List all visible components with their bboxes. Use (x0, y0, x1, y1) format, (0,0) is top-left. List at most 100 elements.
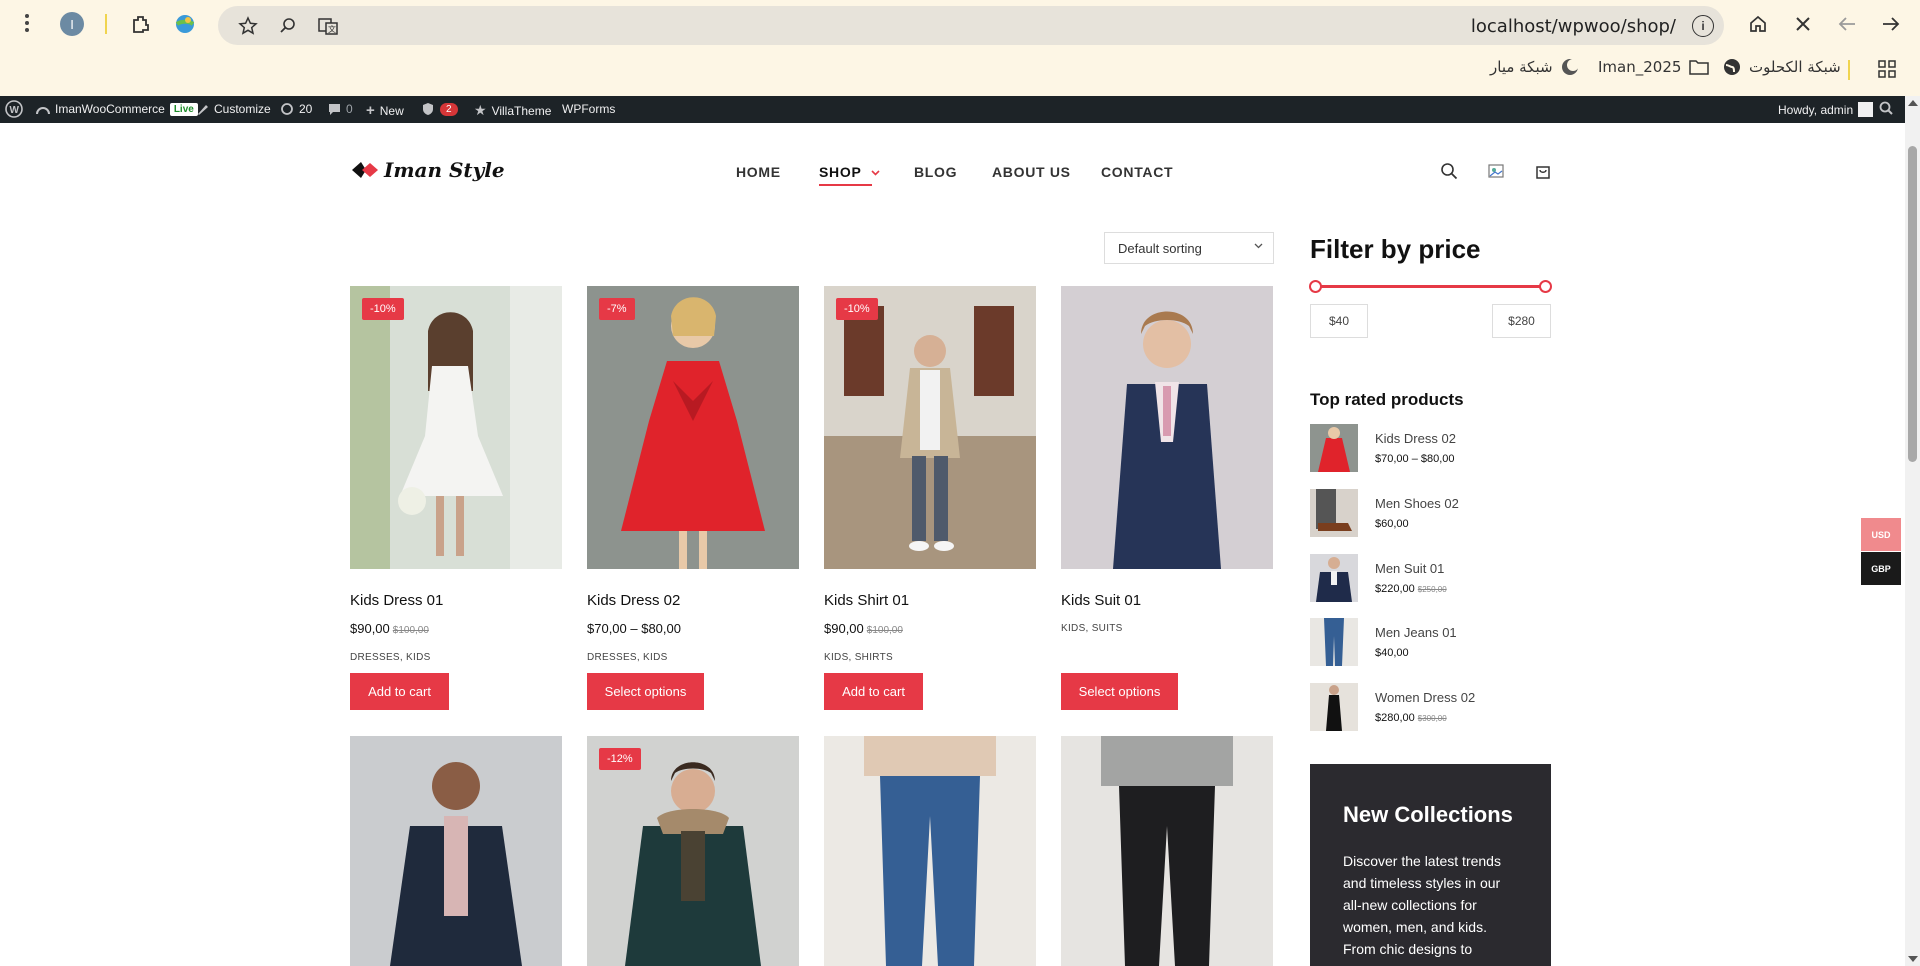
admin-villatheme[interactable]: ★ VillaTheme (474, 102, 551, 119)
apps-grid-icon[interactable] (1876, 58, 1898, 80)
bookmark-iman2025[interactable]: Iman_2025 (1598, 58, 1710, 76)
product-title[interactable]: Kids Shirt 01 (824, 592, 909, 609)
price-slider-max-handle[interactable] (1539, 280, 1552, 293)
product-photo-boy-shirt (824, 286, 1036, 569)
extensions-icon[interactable] (128, 11, 154, 37)
top-rated-name[interactable]: Women Dress 02 (1375, 690, 1475, 705)
product-categories[interactable]: KIDS, SUITS (1061, 623, 1123, 634)
admin-comments[interactable]: 0 (328, 102, 353, 116)
browser-chrome: I 文 localhost/wpwoo/shop/ i شبكة الكحلوت (0, 0, 1920, 96)
sorting-select[interactable]: Default sorting (1104, 232, 1274, 264)
admin-search-icon[interactable] (1879, 101, 1893, 115)
dashboard-icon (36, 107, 50, 115)
nav-about[interactable]: ABOUT US (992, 164, 1071, 180)
url-text[interactable]: localhost/wpwoo/shop/ (1471, 16, 1676, 37)
top-rated-thumb[interactable] (1310, 618, 1358, 666)
price-slider-min-handle[interactable] (1309, 280, 1322, 293)
product-title[interactable]: Kids Suit 01 (1061, 592, 1141, 609)
scrollbar-thumb[interactable] (1908, 146, 1917, 462)
account-image-icon[interactable] (1487, 162, 1505, 185)
cart-bag-icon[interactable] (1534, 162, 1552, 185)
add-to-cart-button[interactable]: Add to cart (824, 673, 923, 710)
price-slider-track[interactable] (1315, 285, 1546, 288)
site-info-icon[interactable]: i (1692, 15, 1714, 37)
product-categories[interactable]: KIDS, SHIRTS (824, 652, 893, 663)
folder-icon (1689, 60, 1710, 75)
bookmark-kahlout[interactable]: شبكة الكحلوت (1723, 58, 1841, 76)
product-price: $90,00 $100,00 (824, 621, 903, 636)
bookmark-star-icon[interactable] (236, 14, 260, 38)
zoom-search-icon[interactable] (276, 14, 300, 38)
bookmark-mayar[interactable]: شبكة ميار (1490, 58, 1579, 76)
svg-text:文: 文 (328, 24, 336, 34)
top-rated-price: $60,00 (1375, 518, 1409, 530)
admin-customize[interactable]: Customize (196, 102, 271, 116)
globe-icon (1724, 59, 1740, 75)
product-image-men-black-jeans[interactable] (1061, 736, 1273, 966)
globe-extension-icon[interactable] (172, 11, 198, 37)
product-image-men-parka[interactable]: -12% (587, 736, 799, 966)
close-icon[interactable] (1790, 11, 1816, 37)
product-photo-man-parka (587, 736, 799, 966)
select-options-button[interactable]: Select options (1061, 673, 1178, 710)
back-arrow-icon[interactable] (1834, 11, 1860, 37)
product-categories[interactable]: DRESSES, KIDS (587, 652, 668, 663)
top-rated-thumb[interactable] (1310, 424, 1358, 472)
admin-avatar (1858, 102, 1874, 117)
promo-title: New Collections (1343, 802, 1513, 827)
wordpress-logo-icon[interactable]: W (5, 100, 23, 118)
admin-howdy[interactable]: Howdy, admin (1778, 102, 1874, 117)
top-rated-thumb[interactable] (1310, 489, 1358, 537)
admin-site-name[interactable]: ImanWooCommerce Live (36, 102, 198, 116)
top-rated-name[interactable]: Men Jeans 01 (1375, 625, 1457, 640)
shield-plugin-icon (423, 103, 433, 115)
top-rated-thumb[interactable] (1310, 554, 1358, 602)
min-price-box[interactable]: $40 (1310, 304, 1368, 338)
nav-home[interactable]: HOME (736, 164, 781, 180)
product-title[interactable]: Kids Dress 01 (350, 592, 443, 609)
admin-updates[interactable]: 20 (280, 102, 312, 116)
refresh-icon (281, 103, 293, 115)
scroll-up-arrow-icon[interactable] (1908, 100, 1918, 106)
plus-icon: + (366, 102, 375, 119)
select-options-button[interactable]: Select options (587, 673, 704, 710)
top-rated-name[interactable]: Kids Dress 02 (1375, 431, 1456, 446)
admin-new[interactable]: + New (366, 102, 404, 119)
product-image-kids-dress-02[interactable]: -7% (587, 286, 799, 569)
product-image-kids-dress-01[interactable]: -10% (350, 286, 562, 569)
nav-contact[interactable]: CONTACT (1101, 164, 1173, 180)
product-categories[interactable]: DRESSES, KIDS (350, 652, 431, 663)
filter-by-price-title: Filter by price (1310, 234, 1481, 264)
product-image-men-coat[interactable] (350, 736, 562, 966)
product-image-kids-suit-01[interactable] (1061, 286, 1273, 569)
nav-shop[interactable]: SHOP (819, 164, 880, 180)
translate-icon[interactable]: 文 (316, 14, 340, 38)
add-to-cart-button[interactable]: Add to cart (350, 673, 449, 710)
product-image-men-jeans[interactable] (824, 736, 1036, 966)
nav-blog[interactable]: BLOG (914, 164, 957, 180)
chevron-down-icon (1254, 243, 1263, 249)
product-photo-blue-jeans (824, 736, 1036, 966)
logo-mark-icon (352, 162, 378, 178)
header-search-icon[interactable] (1440, 162, 1458, 185)
top-rated-name[interactable]: Men Shoes 02 (1375, 496, 1459, 511)
star-icon: ★ (474, 102, 487, 118)
max-price-box[interactable]: $280 (1492, 304, 1551, 338)
top-rated-name[interactable]: Men Suit 01 (1375, 561, 1444, 576)
top-rated-thumb[interactable] (1310, 683, 1358, 731)
admin-plugin-notifications[interactable]: 2 (421, 102, 458, 116)
forward-arrow-icon[interactable] (1878, 11, 1904, 37)
scroll-down-arrow-icon[interactable] (1908, 956, 1918, 962)
address-bar[interactable]: 文 localhost/wpwoo/shop/ i (218, 6, 1724, 45)
site-logo[interactable]: Iman Style (350, 158, 505, 182)
currency-gbp-button[interactable]: GBP (1861, 552, 1901, 585)
product-image-kids-shirt-01[interactable]: -10% (824, 286, 1036, 569)
profile-avatar[interactable]: I (60, 12, 84, 36)
top-rated-title: Top rated products (1310, 390, 1464, 409)
menu-kebab-icon[interactable] (16, 10, 38, 36)
product-photo-boy-suit (1061, 286, 1273, 569)
currency-usd-button[interactable]: USD (1861, 518, 1901, 551)
admin-wpforms[interactable]: WPForms (562, 102, 615, 116)
home-icon[interactable] (1745, 11, 1771, 37)
product-title[interactable]: Kids Dress 02 (587, 592, 680, 609)
